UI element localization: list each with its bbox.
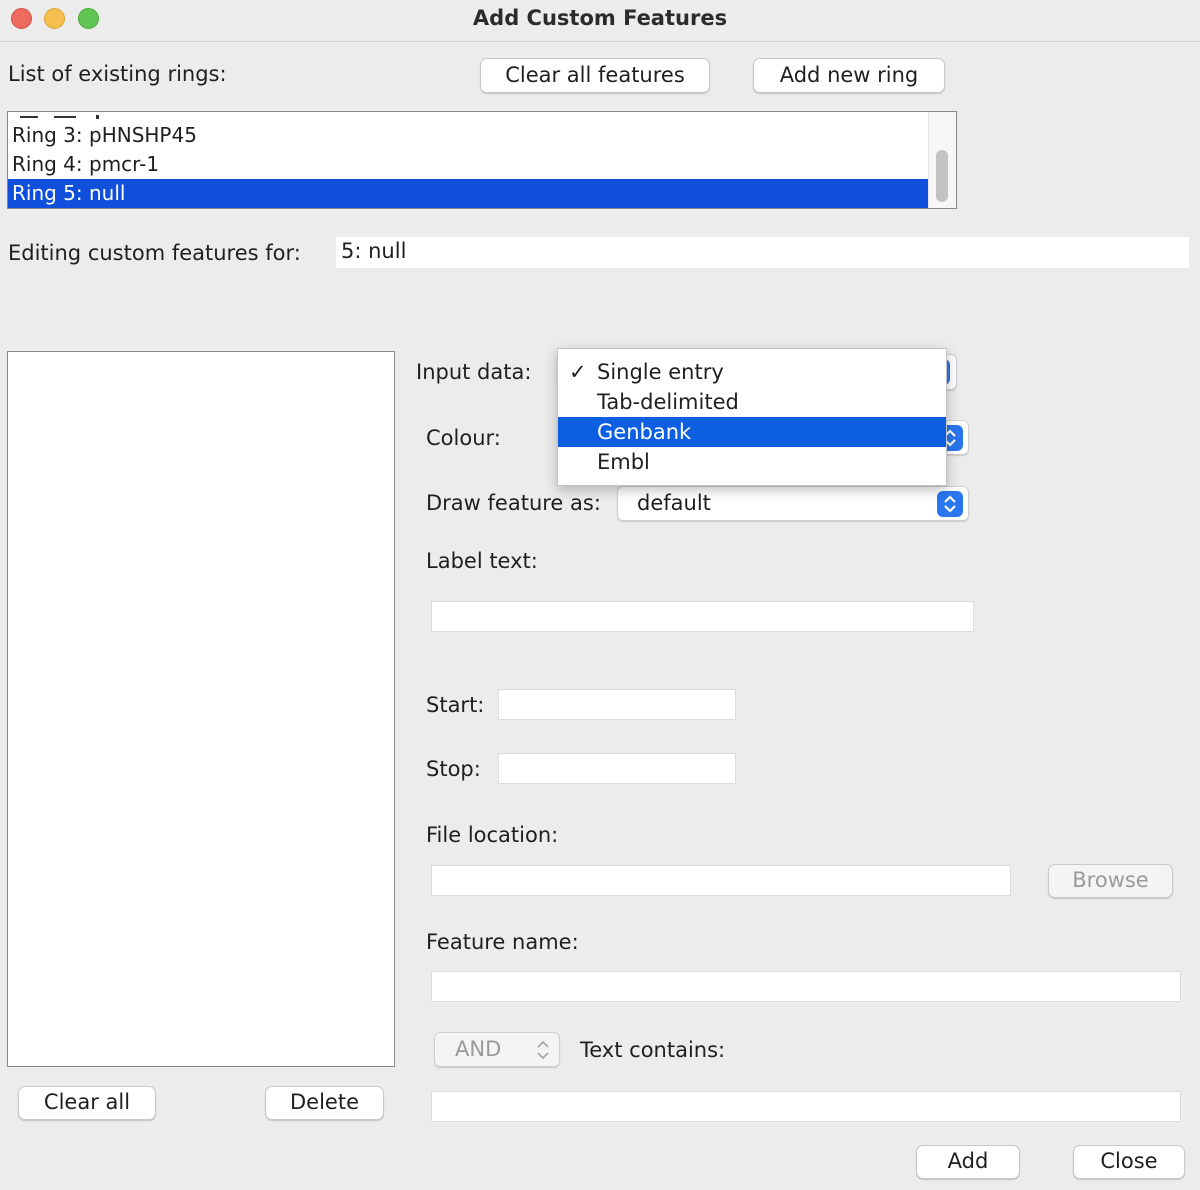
list-item[interactable]: Ring 4: pmcr-1 [8, 150, 928, 179]
feature-name-input[interactable] [431, 971, 1181, 1002]
list-item-selected[interactable]: Ring 5: null [8, 179, 928, 208]
menu-item-genbank[interactable]: Genbank [558, 417, 946, 447]
stop-label: Stop: [426, 757, 481, 781]
add-new-ring-button[interactable]: Add new ring [753, 58, 945, 93]
add-button[interactable]: Add [916, 1145, 1020, 1179]
chevron-updown-icon [535, 1038, 551, 1066]
list-item-partial [8, 112, 928, 120]
clear-all-features-button[interactable]: Clear all features [480, 58, 710, 93]
start-label: Start: [426, 693, 485, 717]
editing-ring-value: 5: null [341, 239, 407, 263]
chevron-updown-icon [937, 491, 963, 517]
close-button[interactable]: Close [1073, 1145, 1185, 1179]
text-contains-label: Text contains: [580, 1038, 726, 1062]
label-text-label: Label text: [426, 549, 538, 573]
editing-ring-field: 5: null [336, 237, 1189, 268]
list-scrollbar[interactable] [928, 112, 956, 208]
menu-item-single-entry[interactable]: ✓ Single entry [558, 357, 946, 387]
menu-item-tab-delimited[interactable]: Tab-delimited [558, 387, 946, 417]
delete-button[interactable]: Delete [265, 1086, 384, 1120]
list-item[interactable]: Ring 3: pHNSHP45 [8, 121, 928, 150]
feature-name-label: Feature name: [426, 930, 579, 954]
logic-operator-select[interactable]: AND [434, 1032, 560, 1067]
draw-as-select[interactable]: default [617, 486, 969, 521]
draw-as-value: default [637, 491, 711, 515]
checkmark-icon: ✓ [569, 360, 587, 384]
draw-as-label: Draw feature as: [426, 491, 601, 515]
start-input[interactable] [498, 689, 736, 720]
input-data-label: Input data: [416, 360, 532, 384]
browse-button[interactable]: Browse [1048, 864, 1173, 898]
menu-item-embl[interactable]: Embl [558, 447, 946, 477]
rings-list[interactable]: Ring 3: pHNSHP45 Ring 4: pmcr-1 Ring 5: … [7, 111, 957, 209]
input-data-dropdown-menu[interactable]: ✓ Single entry Tab-delimited Genbank Emb… [557, 348, 947, 486]
file-location-input[interactable] [431, 865, 1011, 896]
editing-label: Editing custom features for: [8, 241, 301, 265]
custom-features-list[interactable] [7, 351, 395, 1067]
rings-list-label: List of existing rings: [8, 62, 227, 86]
window-title: Add Custom Features [472, 6, 728, 30]
colour-label: Colour: [426, 426, 501, 450]
label-text-input[interactable] [431, 601, 974, 632]
clear-all-button[interactable]: Clear all [18, 1086, 156, 1120]
logic-operator-value: AND [455, 1037, 502, 1061]
file-location-label: File location: [426, 823, 559, 847]
scrollbar-thumb[interactable] [936, 150, 948, 202]
text-contains-input[interactable] [431, 1091, 1181, 1122]
stop-input[interactable] [498, 753, 736, 784]
